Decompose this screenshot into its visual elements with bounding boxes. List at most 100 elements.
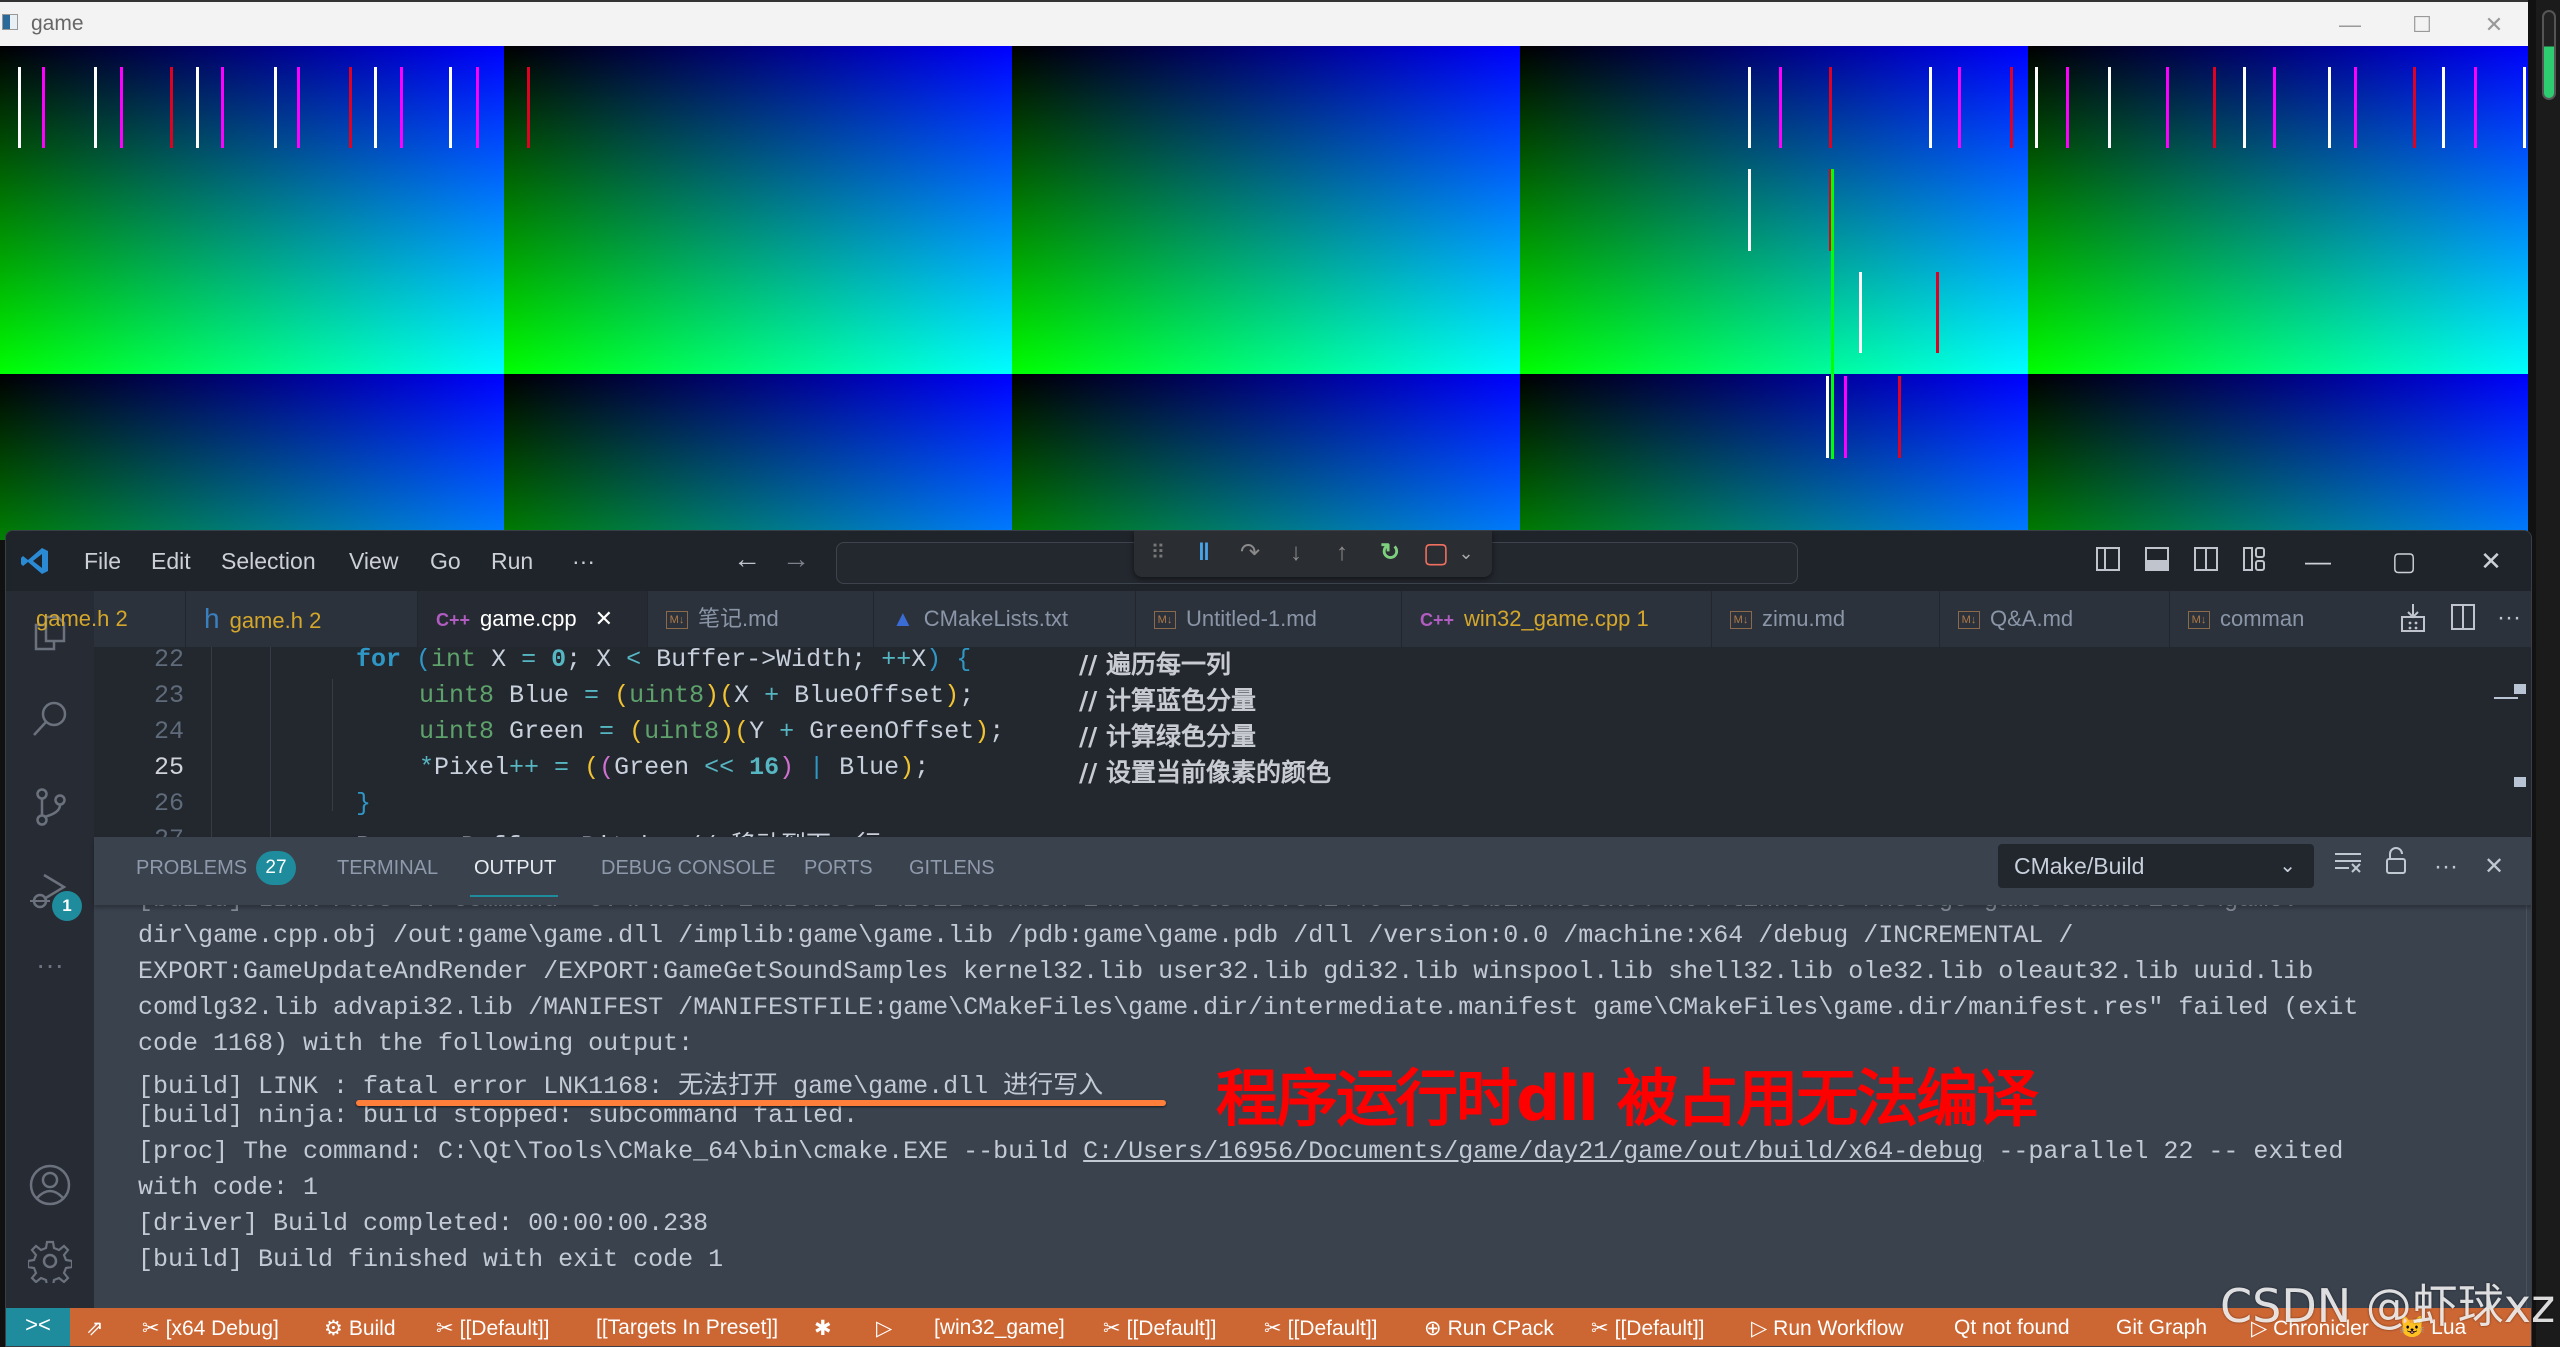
- vscode-maximize-button[interactable]: ▢: [2384, 543, 2424, 579]
- token: uint8: [644, 717, 720, 746]
- editor-tab[interactable]: C++ game.cpp ✕: [418, 591, 648, 647]
- panel-tab-output[interactable]: OUTPUT: [474, 857, 556, 880]
- debug-sync-marker: [2413, 67, 2416, 148]
- editor-tab[interactable]: M↓ 笔记.md: [648, 591, 874, 647]
- status-item-label: Build: [348, 1317, 396, 1340]
- settings-gear-icon[interactable]: [26, 1239, 74, 1288]
- panel-tab-ports[interactable]: PORTS: [804, 857, 873, 880]
- clear-output-icon[interactable]: [2332, 847, 2364, 887]
- panel-more-icon[interactable]: ···: [2430, 847, 2462, 887]
- tab-close-icon[interactable]: ✕: [595, 606, 613, 631]
- debug-step-out-icon[interactable]: ↑: [1326, 537, 1358, 569]
- output-scrollbar[interactable]: [2526, 837, 2527, 1308]
- status-item[interactable]: ⚙ Build: [324, 1316, 396, 1341]
- menu-more[interactable]: ···: [572, 548, 595, 575]
- editor-tab[interactable]: h game.h 2: [186, 591, 418, 647]
- status-item[interactable]: [win32_game]: [934, 1316, 1065, 1340]
- menu-run[interactable]: Run: [491, 548, 533, 575]
- status-item[interactable]: ✂ [[Default]]: [1103, 1316, 1217, 1341]
- vscode-minimize-button[interactable]: —: [2298, 543, 2338, 579]
- status-item[interactable]: ▷ Run Workflow: [1751, 1316, 1903, 1341]
- output-channel-select[interactable]: CMake/Build ⌄: [1998, 844, 2314, 888]
- token: +: [779, 717, 795, 746]
- game-window: game — ☐ ✕: [0, 0, 2528, 540]
- gradient-tile: [2028, 46, 2528, 374]
- token: ;: [959, 681, 975, 710]
- status-item-icon: ✂: [1103, 1317, 1121, 1340]
- lock-scroll-icon[interactable]: [2380, 847, 2412, 887]
- code-editor[interactable]: 22 23 24 25 26 27 for (int X = 0; X < Bu…: [94, 647, 2531, 837]
- panel-tab-problems[interactable]: PROBLEMS: [136, 857, 247, 880]
- token: ;: [989, 717, 1005, 746]
- tab-label: Q&A.md: [1990, 606, 2074, 631]
- status-item-label: Run Workflow: [1773, 1317, 1904, 1340]
- customize-layout-icon[interactable]: [2240, 546, 2270, 576]
- menu-selection[interactable]: Selection: [221, 548, 316, 575]
- debug-stop-icon[interactable]: ▢: [1420, 537, 1452, 569]
- toggle-primary-sidebar-icon[interactable]: [2093, 546, 2123, 576]
- token: ++: [881, 647, 912, 674]
- line-number: 22: [153, 647, 184, 674]
- vscode-close-button[interactable]: ✕: [2471, 543, 2511, 579]
- more-actions-icon[interactable]: ···: [2494, 603, 2524, 633]
- status-item[interactable]: ⇗: [86, 1316, 110, 1341]
- menu-file[interactable]: File: [84, 548, 121, 575]
- game-minimize-button[interactable]: —: [2320, 8, 2380, 42]
- cmake-launch-icon[interactable]: [2398, 603, 2428, 633]
- panel-tab-gitlens[interactable]: GITLENS: [909, 857, 995, 880]
- tab-label: comman: [2220, 606, 2305, 631]
- more-views-icon[interactable]: ···: [28, 943, 72, 987]
- editor-tab[interactable]: M↓ Untitled-1.md: [1136, 591, 1402, 647]
- debug-restart-icon[interactable]: ↻: [1374, 537, 1406, 569]
- output-line: with code: 1: [138, 1173, 319, 1202]
- debug-grip-handle[interactable]: ⠿: [1142, 537, 1174, 569]
- status-item[interactable]: ✂ [[Default]]: [1591, 1316, 1705, 1341]
- debug-badge: 1: [52, 891, 82, 921]
- editor-tab[interactable]: game.h 2: [36, 591, 186, 647]
- debug-stop-dropdown-icon[interactable]: ⌄: [1450, 537, 1482, 569]
- status-item[interactable]: ▷: [876, 1316, 898, 1341]
- debug-step-over-icon[interactable]: ↷: [1234, 537, 1266, 569]
- editor-tab[interactable]: M↓ comman: [2170, 591, 2400, 647]
- game-close-button[interactable]: ✕: [2464, 8, 2524, 42]
- game-maximize-button[interactable]: ☐: [2392, 8, 2452, 42]
- split-editor-icon[interactable]: [2448, 603, 2478, 633]
- status-item[interactable]: ✱: [814, 1316, 838, 1341]
- gradient-tile: [1012, 46, 1520, 374]
- toggle-panel-icon[interactable]: [2142, 546, 2172, 576]
- status-item[interactable]: [[Targets In Preset]]: [596, 1316, 778, 1340]
- debug-pause-icon[interactable]: ‖: [1188, 537, 1220, 569]
- menu-edit[interactable]: Edit: [151, 548, 191, 575]
- panel-close-icon[interactable]: ✕: [2478, 847, 2510, 887]
- panel-tab-debug-console[interactable]: DEBUG CONSOLE: [601, 857, 775, 880]
- nav-back-icon[interactable]: ←: [733, 543, 761, 575]
- editor-tab[interactable]: ▲ CMakeLists.txt: [874, 591, 1136, 647]
- code-line-24: uint8 Green = (uint8)(Y + GreenOffset);: [419, 717, 1004, 746]
- editor-tab[interactable]: M↓ zimu.md: [1712, 591, 1940, 647]
- panel-tab-terminal[interactable]: TERMINAL: [337, 857, 438, 880]
- editor-tab[interactable]: M↓ Q&A.md: [1940, 591, 2170, 647]
- token: =: [599, 717, 615, 746]
- status-item[interactable]: Qt not found: [1954, 1316, 2070, 1340]
- accounts-icon[interactable]: [28, 1163, 72, 1207]
- menu-view[interactable]: View: [349, 548, 398, 575]
- source-control-icon[interactable]: [28, 787, 72, 831]
- status-item[interactable]: ✂ [x64 Debug]: [142, 1316, 279, 1341]
- debug-sync-marker: [2035, 67, 2038, 148]
- build-dir-link[interactable]: C:/Users/16956/Documents/game/day21/game…: [1083, 1137, 1983, 1166]
- remote-indicator[interactable]: ><: [6, 1308, 70, 1346]
- nav-forward-icon[interactable]: →: [782, 543, 810, 575]
- editor-tab[interactable]: C++ win32_game.cpp 1: [1402, 591, 1712, 647]
- token: (: [416, 647, 432, 674]
- indent-guide: [332, 679, 333, 811]
- line-number: 26: [153, 789, 184, 818]
- menu-go[interactable]: Go: [430, 548, 461, 575]
- status-item[interactable]: ✂ [[Default]]: [436, 1316, 550, 1341]
- debug-step-into-icon[interactable]: ↓: [1280, 537, 1312, 569]
- status-item-label: [win32_game]: [934, 1316, 1065, 1339]
- status-item[interactable]: ⊕ Run CPack: [1424, 1316, 1554, 1341]
- status-item[interactable]: ✂ [[Default]]: [1264, 1316, 1378, 1341]
- status-item[interactable]: Git Graph: [2116, 1316, 2207, 1340]
- toggle-secondary-sidebar-icon[interactable]: [2191, 546, 2221, 576]
- search-icon[interactable]: [28, 699, 72, 743]
